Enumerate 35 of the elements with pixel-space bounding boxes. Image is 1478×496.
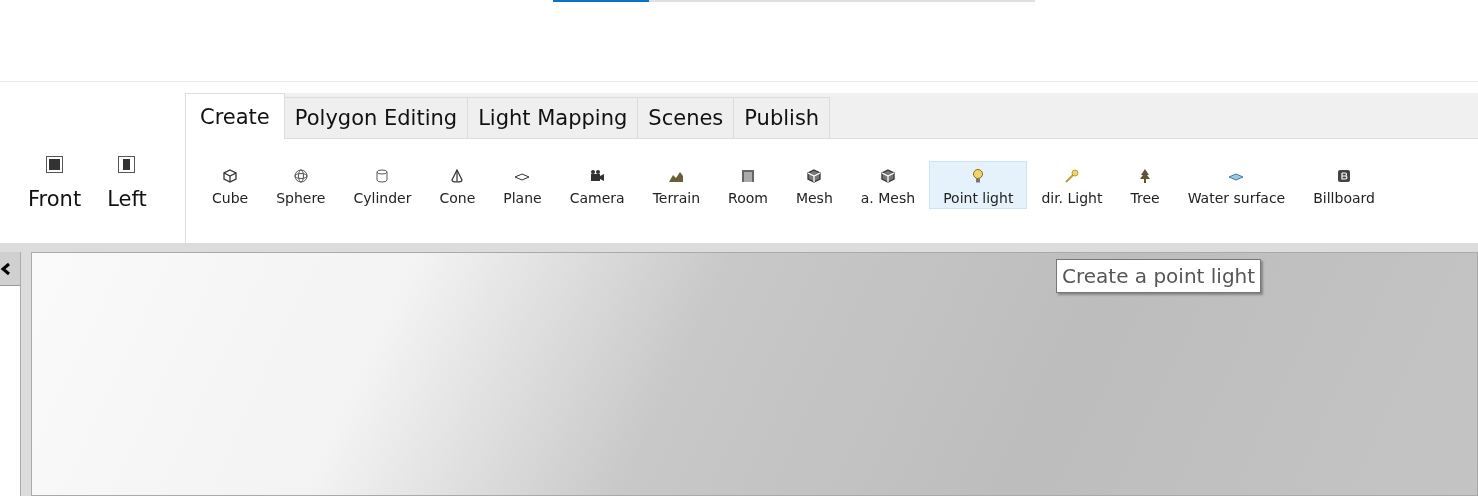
cube-icon	[222, 168, 239, 184]
letter-b-icon	[1336, 168, 1353, 184]
tooltip: Create a point light	[1056, 259, 1262, 293]
toolbar-button[interactable]: dir. Light	[1027, 161, 1117, 209]
tab[interactable]: Create	[186, 93, 285, 139]
sphere-icon	[292, 168, 309, 184]
toolbar-button[interactable]: Water surface	[1173, 161, 1300, 209]
toolbar-button[interactable]: Cube	[198, 161, 263, 209]
tab[interactable]: Polygon Editing	[284, 97, 469, 139]
square-icon	[46, 155, 64, 173]
chevron-left-icon[interactable]	[0, 261, 10, 276]
cylinder-icon	[374, 168, 391, 184]
toolbar-button[interactable]: Room	[714, 161, 782, 209]
toolbar-button[interactable]: Sphere	[262, 161, 340, 209]
tab[interactable]: Light Mapping	[468, 97, 639, 139]
camera-icon	[589, 168, 606, 184]
cube-icon	[879, 168, 896, 184]
tab[interactable]: Scenes	[638, 97, 735, 139]
square-icon	[118, 155, 136, 173]
toolbar-button[interactable]: Plane	[489, 161, 556, 209]
toolbar-button[interactable]: Cylinder	[339, 161, 426, 209]
view-button[interactable]: Front	[20, 155, 90, 211]
toolbar-button[interactable]: Mesh	[781, 161, 847, 209]
room-icon	[740, 168, 756, 184]
toolbar-button[interactable]: Tree	[1116, 161, 1174, 209]
toolbar-button[interactable]: Cone	[425, 161, 490, 209]
tab[interactable]: Publish	[734, 97, 831, 139]
view-button[interactable]: Left	[99, 155, 155, 211]
toolbar-button[interactable]: a. Mesh	[846, 161, 930, 209]
toolbar-button[interactable]: Camera	[555, 161, 639, 209]
toolbar-button[interactable]: Point light	[929, 161, 1028, 209]
3d-viewport[interactable]: Create a point light	[31, 252, 1478, 496]
toolbar-button[interactable]: Billboard	[1299, 161, 1389, 209]
cube-icon	[806, 168, 823, 184]
toolbar-button[interactable]: Terrain	[638, 161, 715, 209]
